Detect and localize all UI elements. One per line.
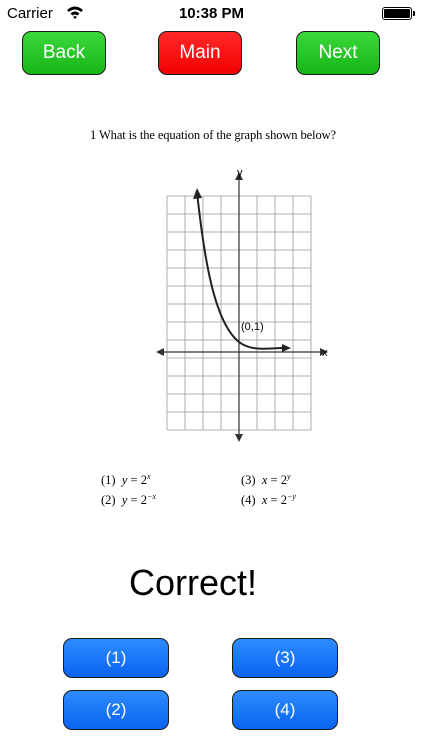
back-button[interactable]: Back: [22, 31, 106, 75]
y-axis-arrow-bottom: [235, 434, 243, 442]
answer-4-button[interactable]: (4): [232, 690, 338, 730]
answer-1-button[interactable]: (1): [63, 638, 169, 678]
question-number: 1: [90, 128, 97, 142]
curve-arrow-right: [282, 344, 291, 352]
battery-tip: [413, 11, 415, 16]
question-prompt: What is the equation of the graph shown …: [98, 128, 336, 142]
question-text: 1 What is the equation of the graph show…: [90, 128, 336, 143]
curve-arrow-up: [193, 188, 202, 199]
feedback-message: Correct!: [128, 562, 258, 603]
exponential-graph: y x (0,1): [156, 167, 328, 442]
answer-2-button[interactable]: (2): [63, 690, 169, 730]
next-button[interactable]: Next: [296, 31, 380, 75]
choice-2: (2) y = 2−x: [101, 492, 156, 508]
choice-1: (1) y = 2x: [101, 472, 151, 488]
y-axis-label: y: [237, 167, 243, 179]
status-bar: Carrier 10:38 PM: [0, 0, 423, 28]
choice-4: (4) x = 2−y: [241, 492, 296, 508]
choice-3: (3) x = 2y: [241, 472, 291, 488]
main-button[interactable]: Main: [158, 31, 242, 75]
answer-3-button[interactable]: (3): [232, 638, 338, 678]
status-time: 10:38 PM: [178, 5, 245, 22]
x-axis-arrow-left: [156, 348, 164, 356]
battery-icon: [382, 7, 412, 20]
point-label: (0,1): [241, 321, 264, 333]
x-axis-label: x: [322, 347, 328, 359]
